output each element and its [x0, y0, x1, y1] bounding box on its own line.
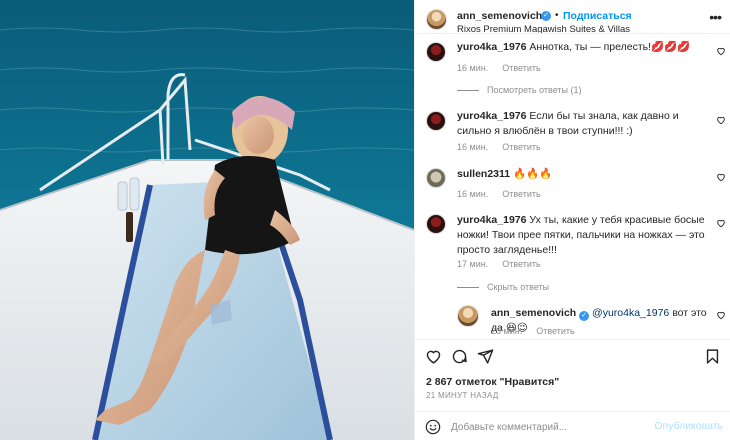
comment-body: sullen2311 🔥🔥🔥 [457, 167, 707, 182]
hide-replies-label: Скрыть ответы [487, 282, 550, 292]
reply-mention[interactable]: @yuro4ka_1976 [592, 307, 669, 319]
reply-button[interactable]: Ответить [536, 326, 574, 336]
like-reply-heart-icon[interactable] [716, 310, 726, 320]
reply-button[interactable]: Ответить [502, 259, 540, 269]
comment-text: Аннотка, ты — прелесть!💋💋💋 [529, 41, 691, 53]
author-username[interactable]: ann_semenovich [457, 10, 542, 22]
post-side-panel: ann_semenovich ✓ • Подписаться Rixos Pre… [414, 0, 730, 440]
reply-meta: 23 мин. Ответить [491, 326, 575, 336]
post-time-ago: 21 МИНУТ НАЗАД [426, 391, 499, 400]
author-avatar[interactable] [426, 9, 447, 30]
view-replies-label: Посмотреть ответы (1) [487, 85, 582, 95]
comment-meta: 16 мин. Ответить [457, 142, 541, 152]
like-comment-heart-icon[interactable] [716, 46, 726, 56]
replies-line [457, 287, 479, 289]
publish-button[interactable]: Опубликовать [654, 420, 723, 432]
emoji-smiley-icon[interactable] [425, 419, 441, 435]
share-paper-plane-icon[interactable] [477, 348, 494, 365]
like-heart-icon[interactable] [425, 348, 442, 365]
comment-meta: 16 мин. Ответить [457, 63, 541, 73]
save-bookmark-icon[interactable] [704, 348, 721, 365]
post-viewer: ann_semenovich ✓ • Подписаться Rixos Pre… [0, 0, 730, 440]
reply-username[interactable]: ann_semenovich [491, 307, 576, 319]
view-replies-toggle[interactable]: Посмотреть ответы (1) [457, 85, 582, 95]
post-photo[interactable] [0, 0, 414, 440]
commenter-username[interactable]: yuro4ka_1976 [457, 110, 526, 122]
commenter-avatar[interactable] [426, 111, 446, 131]
hide-replies-toggle[interactable]: Скрыть ответы [457, 282, 549, 292]
reply-avatar[interactable] [457, 305, 479, 327]
replies-line [457, 90, 479, 92]
commenter-avatar[interactable] [426, 168, 446, 188]
commenter-username[interactable]: yuro4ka_1976 [457, 41, 526, 53]
verified-badge-icon: ✓ [579, 311, 590, 321]
comment-time: 17 мин. [457, 259, 489, 269]
comments-list[interactable]: yuro4ka_1976 Аннотка, ты — прелесть!💋💋💋 … [415, 33, 730, 339]
commenter-avatar[interactable] [426, 214, 446, 234]
reply-button[interactable]: Ответить [502, 63, 540, 73]
reply-time: 23 мин. [491, 326, 523, 336]
commenter-username[interactable]: sullen2311 [457, 168, 510, 180]
like-comment-heart-icon[interactable] [716, 115, 726, 125]
reply-button[interactable]: Ответить [502, 189, 540, 199]
comment-body: yuro4ka_1976 Если бы ты знала, как давно… [457, 109, 707, 139]
post-actions: 2 867 отметок "Нравится" 21 МИНУТ НАЗАД … [415, 339, 730, 440]
likes-count[interactable]: 2 867 отметок "Нравится" [426, 376, 559, 388]
header-separator: • [555, 10, 559, 21]
reply-button[interactable]: Ответить [502, 142, 540, 152]
comment-meta: 16 мин. Ответить [457, 189, 541, 199]
comment-body: yuro4ka_1976 Ух ты, какие у тебя красивы… [457, 213, 707, 258]
add-comment-bar: Опубликовать [415, 411, 730, 440]
photo-illustration [0, 0, 414, 440]
verified-badge-icon: ✓ [541, 11, 551, 21]
follow-button[interactable]: Подписаться [563, 10, 632, 22]
like-comment-heart-icon[interactable] [716, 172, 726, 182]
comment-time: 16 мин. [457, 189, 489, 199]
like-comment-heart-icon[interactable] [716, 218, 726, 228]
commenter-username[interactable]: yuro4ka_1976 [457, 214, 526, 226]
comment-meta: 17 мин. Ответить [457, 259, 541, 269]
commenter-avatar[interactable] [426, 42, 446, 62]
comment-time: 16 мин. [457, 63, 489, 73]
comment-bubble-icon[interactable] [451, 348, 468, 365]
comment-text: 🔥🔥🔥 [513, 168, 553, 180]
more-horizontal-icon[interactable]: ••• [709, 9, 722, 25]
comment-time: 16 мин. [457, 142, 489, 152]
comment-input[interactable] [451, 418, 661, 436]
comment-body: yuro4ka_1976 Аннотка, ты — прелесть!💋💋💋 [457, 40, 707, 55]
